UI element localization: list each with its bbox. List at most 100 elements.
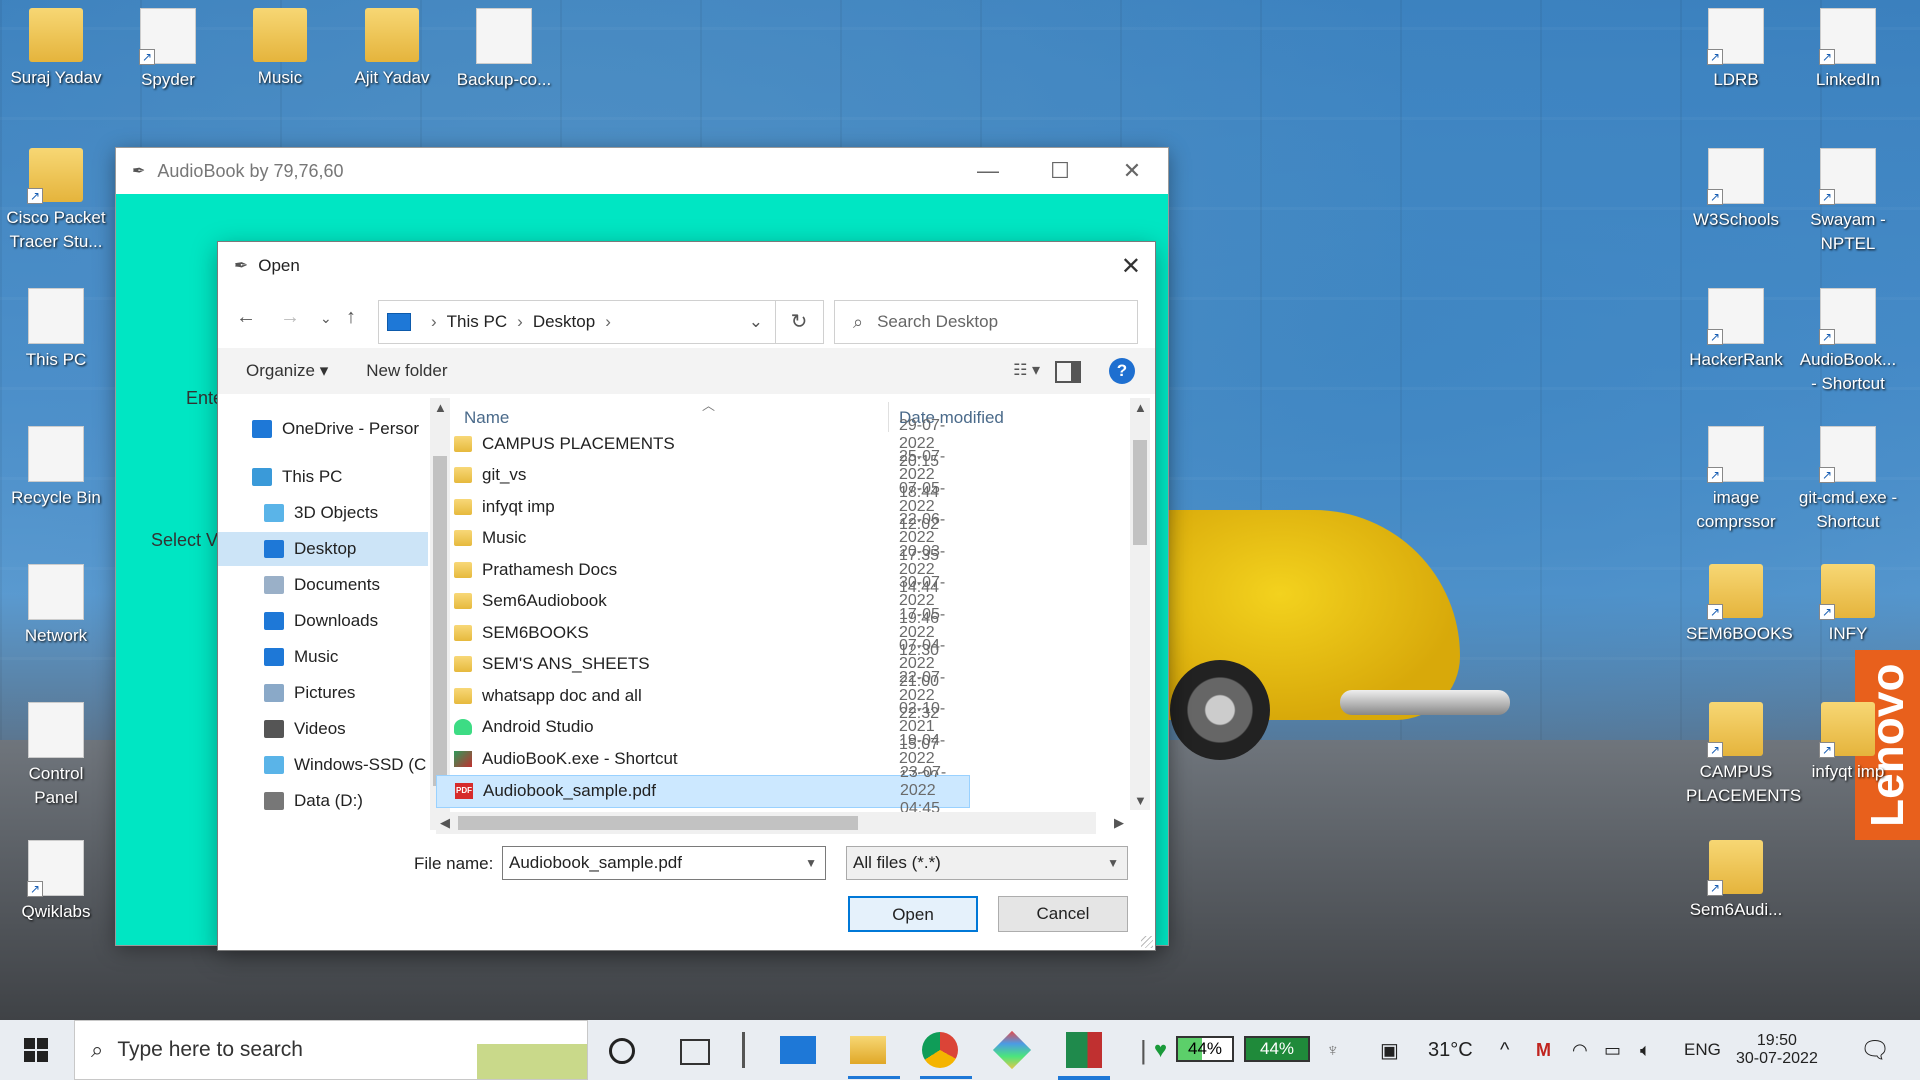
weather-temperature[interactable]: 31°C (1428, 1020, 1473, 1080)
desktop-icon-cisco-packet-tracer-stu[interactable]: Cisco Packet Tracer Stu... (6, 148, 106, 254)
desktop-icon-git-cmd-exe-shortcut[interactable]: git-cmd.exe - Shortcut (1798, 426, 1898, 534)
show-hidden-icons-chevron[interactable]: ^ (1500, 1020, 1509, 1080)
preview-pane-icon[interactable] (1055, 361, 1081, 383)
nav-item-this-pc[interactable]: This PC (218, 460, 428, 494)
file-row[interactable]: git_vs 25-07-2022 18:44 (436, 448, 968, 501)
address-bar[interactable]: › This PC › Desktop › ⌄ (378, 300, 776, 344)
breadcrumb-desktop[interactable]: Desktop (533, 312, 595, 332)
desktop-icon-swayam-nptel[interactable]: Swayam - NPTEL (1798, 148, 1898, 256)
file-row[interactable]: infyqt imp 07-05-2022 12:02 (436, 480, 968, 533)
battery-indicator-1[interactable]: 44% (1176, 1036, 1234, 1062)
back-button[interactable]: ← (236, 306, 256, 329)
desktop-icon-infy[interactable]: INFY (1798, 564, 1898, 646)
desktop-icon-network[interactable]: Network (6, 564, 106, 648)
nav-item-pictures[interactable]: Pictures (218, 676, 428, 710)
file-list-scrollbar[interactable]: ▲ ▼ (1130, 398, 1150, 810)
up-button[interactable]: ↑ (346, 306, 356, 329)
pointer-icon[interactable]: ♆ (1326, 1020, 1340, 1080)
desktop-icon-campus-placements[interactable]: CAMPUS PLACEMENTS (1686, 702, 1801, 808)
file-row[interactable]: whatsapp doc and all 22-07-2022 22:32 (436, 669, 968, 722)
open-file-dialog[interactable]: ✒ Open ✕ ← → ⌄ ↑ › This PC › Desktop › ⌄… (218, 242, 1155, 950)
forward-button[interactable]: → (280, 306, 300, 329)
desktop-icon-w3schools[interactable]: W3Schools (1686, 148, 1786, 232)
nav-item-data-d[interactable]: Data (D:) (218, 784, 428, 818)
organize-button[interactable]: Organize ▾ (246, 361, 328, 381)
desktop-icon-infyqt-imp[interactable]: infyqt imp (1798, 702, 1898, 784)
desktop-icon-audiobook-shortcut[interactable]: AudioBook... - Shortcut (1798, 288, 1898, 396)
desktop-icon-hackerrank[interactable]: HackerRank (1686, 288, 1786, 372)
file-name-input[interactable]: Audiobook_sample.pdf ▼ (502, 846, 826, 880)
close-button[interactable]: ✕ (1096, 158, 1168, 184)
desktop-icon-ajit-yadav[interactable]: Ajit Yadav (342, 8, 442, 90)
nav-item-desktop[interactable]: Desktop (218, 532, 428, 566)
minimize-button[interactable]: — (952, 158, 1024, 184)
desktop-icon-image-comprssor[interactable]: image comprssor (1686, 426, 1786, 534)
weather-icon[interactable]: ▣ (1380, 1020, 1399, 1080)
volume-icon[interactable]: 🔈︎ (1640, 1020, 1651, 1080)
task-view-icon[interactable] (680, 1039, 710, 1065)
battery-icon[interactable]: ▭ (1604, 1020, 1621, 1080)
chevron-down-icon[interactable]: ▼ (1107, 856, 1119, 870)
file-row[interactable]: AudioBooK.exe - Shortcut19-04-2022 17:20 (436, 732, 968, 785)
file-row[interactable]: Prathamesh Docs 20-03-2022 14:44 (436, 543, 968, 596)
desktop-icon-recycle-bin[interactable]: Recycle Bin (6, 426, 106, 510)
file-row[interactable]: Sem6Audiobook 30-07-2022 19:46 (436, 574, 968, 627)
recent-locations-button[interactable]: ⌄ (320, 310, 332, 327)
file-list[interactable]: ︿ Name Date modified CAMPUS PLACEMENTS 29… (436, 398, 1155, 830)
desktop-icon-suraj-yadav[interactable]: Suraj Yadav (6, 8, 106, 90)
cortana-icon[interactable] (609, 1038, 635, 1064)
nav-item-videos[interactable]: Videos (218, 712, 428, 746)
file-row[interactable]: SEM'S ANS_SHEETS 07-04-2022 21:00 (436, 637, 968, 690)
dialog-close-button[interactable]: ✕ (1121, 252, 1141, 281)
desktop-icon-spyder[interactable]: Spyder (118, 8, 218, 92)
dialog-title-bar[interactable]: ✒ Open ✕ (218, 242, 1155, 290)
heart-shield-icon[interactable]: ♥ (1154, 1020, 1167, 1080)
nav-item-documents[interactable]: Documents (218, 568, 428, 602)
file-row[interactable]: CAMPUS PLACEMENTS 29-07-2022 20:15 (436, 417, 968, 470)
nav-item-3d-objects[interactable]: 3D Objects (218, 496, 428, 530)
view-options-icon[interactable]: ☷ ▾ (1013, 360, 1040, 380)
battery-indicator-2[interactable]: 44% (1244, 1036, 1310, 1062)
start-button[interactable] (0, 1020, 72, 1080)
file-explorer-icon[interactable] (850, 1036, 886, 1064)
wifi-icon[interactable]: ◠ (1572, 1020, 1588, 1080)
nav-item-windows-ssd-c[interactable]: Windows-SSD (C (218, 748, 428, 782)
help-icon[interactable]: ? (1109, 358, 1135, 384)
chrome-icon[interactable] (922, 1032, 958, 1068)
nav-item-onedrive-persor[interactable]: OneDrive - Persor (218, 412, 428, 446)
mcafee-icon[interactable]: M (1536, 1020, 1551, 1080)
file-row[interactable]: Music 22-06-2022 17:35 (436, 511, 968, 564)
cancel-button[interactable]: Cancel (998, 896, 1128, 932)
notification-icon[interactable]: 🗨︎ (1860, 1020, 1890, 1080)
file-list-hscrollbar[interactable]: ◀ ▶ (436, 812, 1124, 834)
desktop-icon-qwiklabs[interactable]: Qwiklabs (6, 840, 106, 924)
desktop-icon-control-panel[interactable]: Control Panel (6, 702, 106, 810)
open-button[interactable]: Open (848, 896, 978, 932)
breadcrumb-this-pc[interactable]: This PC (447, 312, 507, 332)
file-row[interactable]: SEM6BOOKS 17-05-2022 12:30 (436, 606, 968, 659)
desktop-icon-backup-co[interactable]: Backup-co... (454, 8, 554, 92)
clock[interactable]: 19:50 30-07-2022 (1736, 1020, 1818, 1080)
desktop-icon-sem6audi[interactable]: Sem6Audi... (1686, 840, 1786, 922)
desktop-icon-music[interactable]: Music (230, 8, 330, 90)
audiobook-app-icon[interactable] (1066, 1032, 1102, 1068)
desktop-icon-this-pc[interactable]: This PC (6, 288, 106, 372)
file-row[interactable]: Android Studio 02-10-2021 15:07 (436, 700, 968, 753)
taskbar-search[interactable]: ⌕ Type here to search (74, 1020, 588, 1080)
nav-item-downloads[interactable]: Downloads (218, 604, 428, 638)
nav-item-music[interactable]: Music (218, 640, 428, 674)
refresh-button[interactable]: ↻ (775, 300, 824, 344)
navigation-pane[interactable]: OneDrive - Persor This PC 3D Objects Deskto… (218, 398, 430, 830)
search-input[interactable]: ⌕ Search Desktop (834, 300, 1138, 344)
desktop-icon-sem6books[interactable]: SEM6BOOKS (1686, 564, 1793, 646)
app-title-bar[interactable]: ✒ AudioBook by 79,76,60 — ☐ ✕ (116, 148, 1168, 194)
resize-grip[interactable] (1141, 936, 1153, 948)
desktop-icon-linkedin[interactable]: LinkedIn (1798, 8, 1898, 92)
file-type-select[interactable]: All files (*.*) ▼ (846, 846, 1128, 880)
mail-icon[interactable] (780, 1036, 816, 1064)
maximize-button[interactable]: ☐ (1024, 158, 1096, 184)
language-indicator[interactable]: ENG (1684, 1020, 1721, 1080)
chevron-down-icon[interactable]: ▼ (805, 856, 817, 870)
chevron-down-icon[interactable]: ⌄ (749, 312, 763, 332)
file-row[interactable]: PDF Audiobook_sample.pdf 23-07-2022 04:45 (436, 764, 970, 817)
